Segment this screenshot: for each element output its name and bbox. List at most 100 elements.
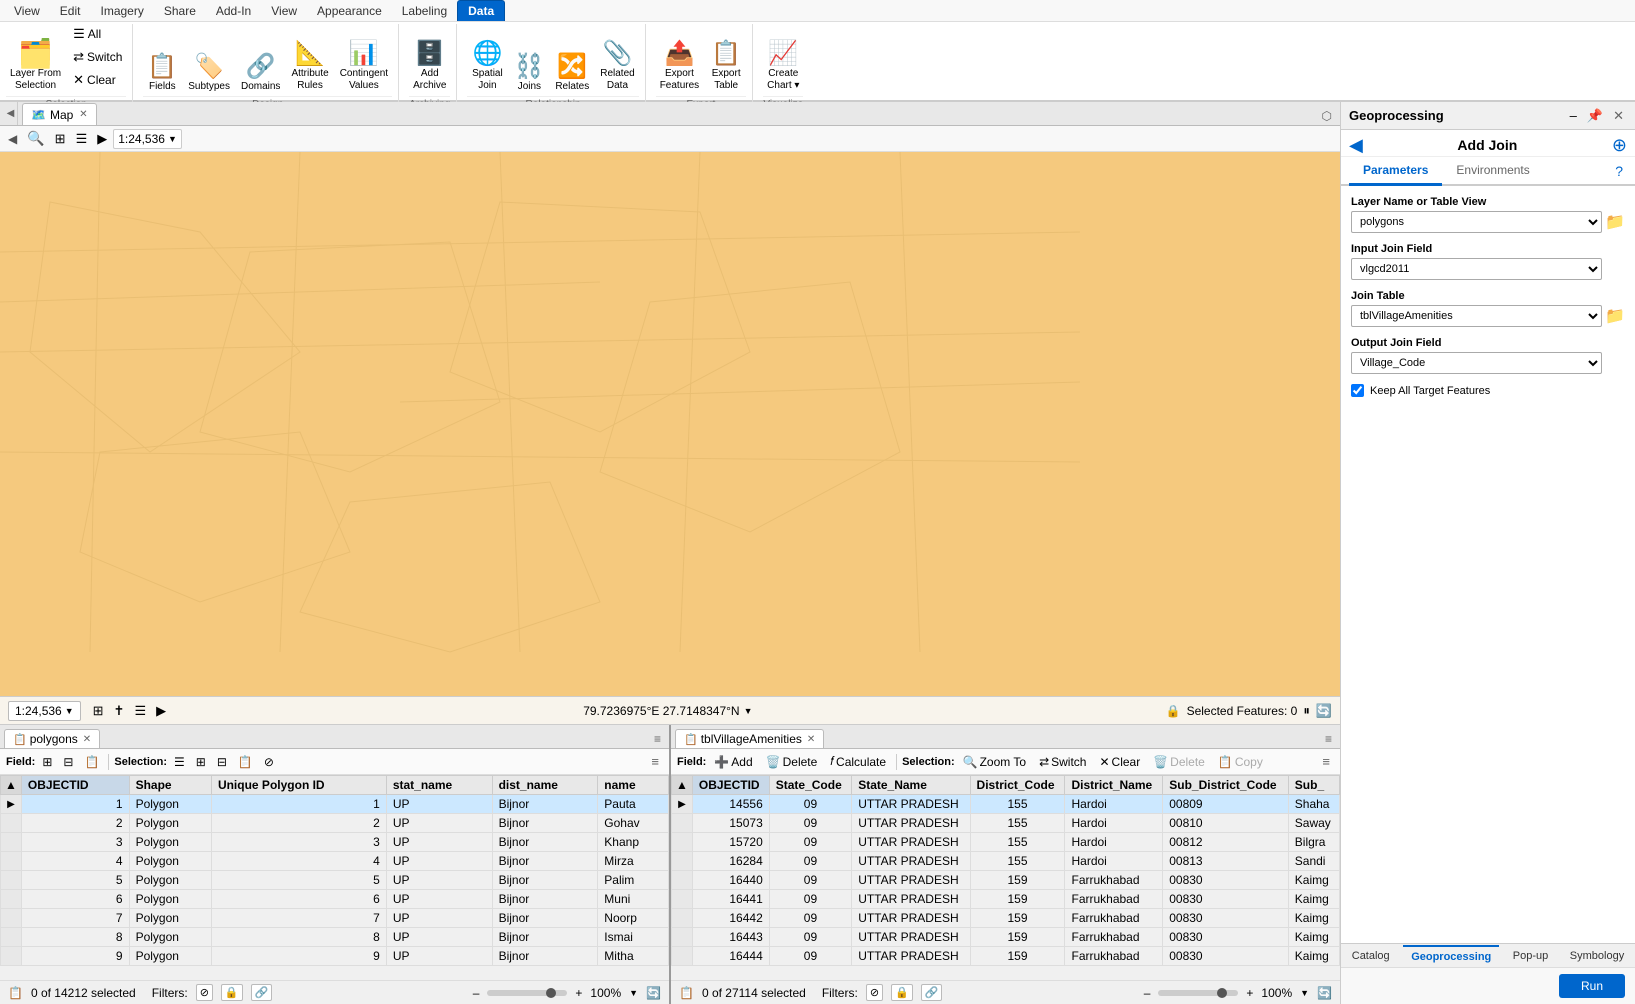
tab-view[interactable]: View (4, 1, 50, 21)
gp-output-join-select[interactable]: Village_Code (1351, 352, 1602, 374)
all-button[interactable]: ☰ All (69, 24, 126, 44)
map-tool3[interactable]: ☰ (130, 701, 150, 721)
gp-join-table-folder-icon[interactable]: 📁 (1605, 306, 1625, 326)
filter-btn-a2[interactable]: 🔒 (891, 984, 913, 1001)
map-tool4[interactable]: ▶ (152, 701, 170, 721)
filter-btn-a3[interactable]: 🔗 (921, 984, 943, 1001)
sel-btn2[interactable]: ⊞ (192, 754, 210, 770)
amenities-tab-close[interactable]: ✕ (807, 734, 815, 745)
table-row[interactable]: 15720 09 UTTAR PRADESH 155 Hardoi 00812 … (672, 833, 1340, 852)
tab-view2[interactable]: View (261, 1, 307, 21)
gp-close-btn[interactable]: ✕ (1610, 107, 1627, 125)
relates-button[interactable]: 🔀 Relates (551, 50, 593, 94)
col-objectid[interactable]: OBJECTID (21, 776, 129, 795)
bottom-tab-popup[interactable]: Pop-up (1505, 946, 1556, 966)
table-row[interactable]: 3 Polygon 3 UP Bijnor Khanp (1, 833, 669, 852)
amenities-clear-btn[interactable]: ✕ Clear (1094, 754, 1145, 770)
refresh-button[interactable]: 🔄 (1316, 703, 1332, 719)
tab-appearance[interactable]: Appearance (307, 1, 392, 21)
amenities-toolbar-overflow[interactable]: ≡ (1318, 753, 1334, 770)
table-row[interactable]: 9 Polygon 9 UP Bijnor Mitha (1, 947, 669, 966)
amenities-delete2-btn[interactable]: 🗑️ Delete (1148, 754, 1210, 770)
switch-button[interactable]: ⇄ Switch (69, 47, 126, 67)
filter-btn-p1[interactable]: ⊘ (196, 984, 213, 1001)
create-chart-button[interactable]: 📈 CreateChart ▾ (763, 37, 803, 94)
map-tool2[interactable]: ✝ (110, 701, 129, 721)
export-features-button[interactable]: 📤 ExportFeatures (656, 37, 703, 94)
field-btn3[interactable]: 📋 (80, 754, 103, 770)
amenities-calculate-btn[interactable]: 𝑓 Calculate (825, 753, 891, 770)
col-dist[interactable]: dist_name (492, 776, 598, 795)
amenities-switch-btn[interactable]: ⇄ Switch (1034, 754, 1091, 770)
table-row[interactable]: 5 Polygon 5 UP Bijnor Palim (1, 871, 669, 890)
polygons-tab-close[interactable]: ✕ (83, 734, 91, 745)
related-data-button[interactable]: 📎 RelatedData (596, 37, 638, 94)
acol-sub[interactable]: Sub_ (1288, 776, 1339, 795)
table-row[interactable]: 16441 09 UTTAR PRADESH 159 Farrukhabad 0… (672, 890, 1340, 909)
gp-pin-btn[interactable]: 📌 (1584, 107, 1606, 125)
export-table-button[interactable]: 📋 ExportTable (706, 37, 746, 94)
tab-data[interactable]: Data (457, 0, 505, 21)
bottom-tab-symbology[interactable]: Symbology (1562, 946, 1632, 966)
sel-btn4[interactable]: 📋 (234, 754, 257, 770)
polygons-tab[interactable]: 📋 polygons ✕ (4, 729, 100, 748)
acol-sc[interactable]: State_Code (769, 776, 851, 795)
map-zoom-in[interactable]: 🔍 (23, 128, 48, 149)
map-grid[interactable]: ⊞ (51, 129, 70, 149)
col-shape[interactable]: Shape (129, 776, 211, 795)
table-row[interactable]: 15073 09 UTTAR PRADESH 155 Hardoi 00810 … (672, 814, 1340, 833)
zoom-slider-p[interactable] (487, 990, 567, 996)
amenities-tab-dropdown[interactable]: ≡ (1321, 730, 1336, 748)
bottom-tab-catalog[interactable]: Catalog (1344, 946, 1398, 966)
refresh-p[interactable]: 🔄 (646, 986, 661, 1000)
left-strip-toggle[interactable]: ◀ (4, 130, 21, 148)
table-row[interactable]: 2 Polygon 2 UP Bijnor Gohav (1, 814, 669, 833)
amenities-tab[interactable]: 📋 tblVillageAmenities ✕ (675, 729, 824, 748)
pause-button[interactable]: ⏸ (1303, 703, 1310, 719)
gp-help-button[interactable]: ? (1611, 159, 1627, 183)
col-sort-indicator[interactable]: ▲ (1, 776, 22, 795)
table-row[interactable]: 16444 09 UTTAR PRADESH 159 Farrukhabad 0… (672, 947, 1340, 966)
contingent-values-button[interactable]: 📊 ContingentValues (336, 37, 392, 94)
tab-addin[interactable]: Add-In (206, 1, 261, 21)
sel-btn3[interactable]: ⊟ (213, 754, 231, 770)
gp-minimize-btn[interactable]: – (1567, 107, 1580, 124)
table-row[interactable]: 8 Polygon 8 UP Bijnor Ismai (1, 928, 669, 947)
map-view[interactable]: 1:24,536 ▼ ⊞ ✝ ☰ ▶ 79.7236975°E 27.71483… (0, 152, 1340, 724)
gp-add-button[interactable]: ⊕ (1612, 136, 1627, 154)
gp-keep-all-checkbox[interactable] (1351, 384, 1364, 397)
tab-share[interactable]: Share (154, 1, 206, 21)
map-tab[interactable]: 🗺️ Map ✕ (22, 103, 97, 125)
domains-button[interactable]: 🔗 Domains (237, 50, 284, 94)
table-row[interactable]: 4 Polygon 4 UP Bijnor Mirza (1, 852, 669, 871)
acol-dc[interactable]: District_Code (970, 776, 1065, 795)
field-btn1[interactable]: ⊞ (38, 754, 56, 770)
table-row[interactable]: 7 Polygon 7 UP Bijnor Noorp (1, 909, 669, 928)
table-row[interactable]: 16284 09 UTTAR PRADESH 155 Hardoi 00813 … (672, 852, 1340, 871)
attribute-rules-button[interactable]: 📐 AttributeRules (287, 37, 332, 94)
filter-btn-p3[interactable]: 🔗 (251, 984, 273, 1001)
tab-labeling[interactable]: Labeling (392, 1, 457, 21)
polygons-tab-dropdown[interactable]: ≡ (650, 730, 665, 748)
bottom-tab-geoprocessing[interactable]: Geoprocessing (1403, 945, 1499, 967)
table-row[interactable]: ▶ 14556 09 UTTAR PRADESH 155 Hardoi 0080… (672, 795, 1340, 814)
gp-layer-folder-icon[interactable]: 📁 (1605, 212, 1625, 232)
tab-edit[interactable]: Edit (50, 1, 91, 21)
amenities-zoom-btn[interactable]: 🔍 Zoom To (958, 754, 1031, 770)
zoom-slider-a[interactable] (1158, 990, 1238, 996)
joins-button[interactable]: ⛓️ Joins (510, 50, 548, 94)
scale-display[interactable]: 1:24,536 ▼ (8, 701, 81, 721)
field-btn2[interactable]: ⊟ (59, 754, 77, 770)
map-list[interactable]: ☰ (72, 129, 92, 149)
amenities-table-container[interactable]: ▲ OBJECTID State_Code State_Name Distric… (671, 775, 1340, 980)
acol-dn[interactable]: District_Name (1065, 776, 1163, 795)
map-arrow[interactable]: ▶ (93, 129, 111, 149)
gp-join-table-select[interactable]: tblVillageAmenities (1351, 305, 1602, 327)
gp-back-button[interactable]: ◀ (1349, 136, 1363, 154)
amenities-copy-btn[interactable]: 📋 Copy (1213, 754, 1268, 770)
polygons-toolbar-overflow[interactable]: ≡ (647, 753, 663, 770)
table-row[interactable]: 16442 09 UTTAR PRADESH 159 Farrukhabad 0… (672, 909, 1340, 928)
coords-dropdown[interactable]: ▼ (744, 706, 753, 716)
amenities-delete-btn[interactable]: 🗑️ Delete (761, 754, 823, 770)
gp-input-join-select[interactable]: vlgcd2011 (1351, 258, 1602, 280)
